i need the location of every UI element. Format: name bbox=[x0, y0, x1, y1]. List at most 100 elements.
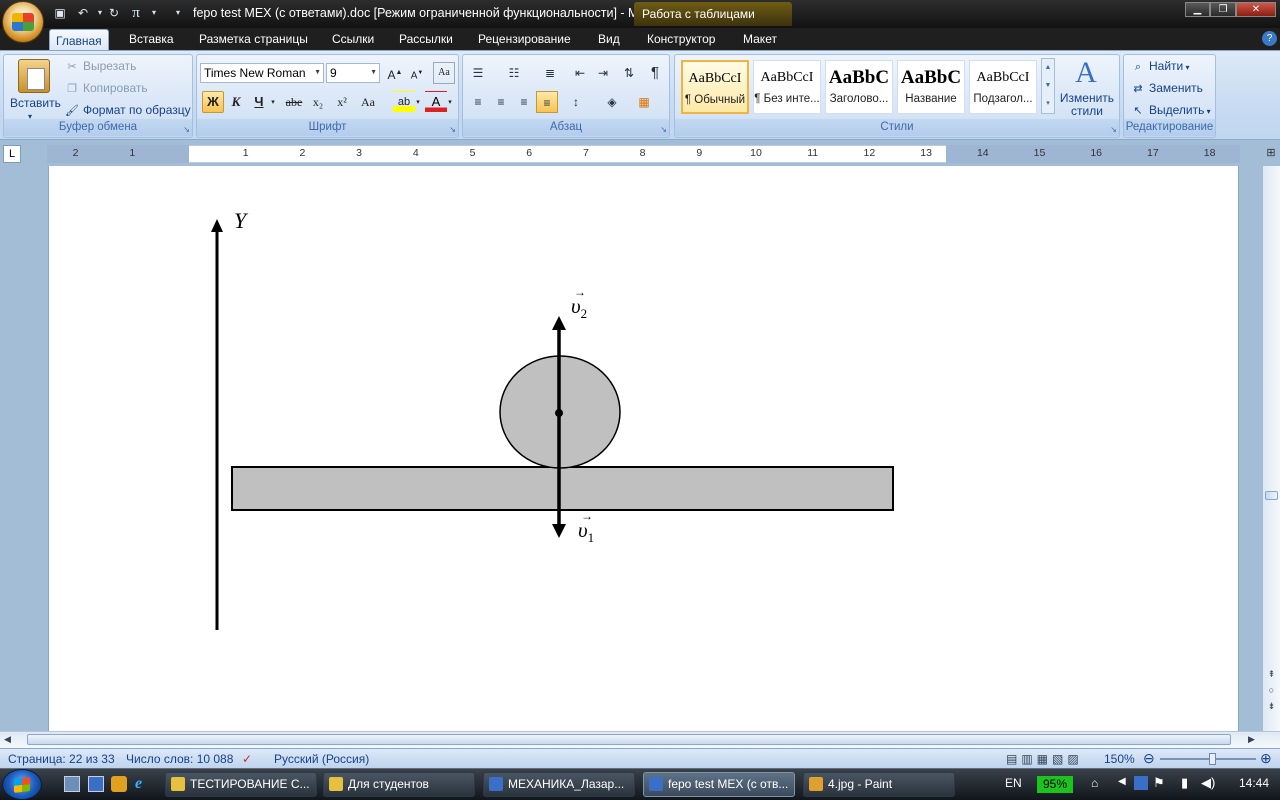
clipboard-launcher-icon[interactable]: ↘ bbox=[183, 125, 190, 134]
tab-references[interactable]: Ссылки bbox=[326, 28, 380, 50]
align-left-icon[interactable]: ≡ bbox=[467, 91, 489, 113]
volume-icon[interactable]: ◀) bbox=[1201, 775, 1215, 791]
multilevel-list-icon[interactable]: ≣ bbox=[539, 62, 561, 84]
scroll-right-icon[interactable]: ▶ bbox=[1248, 734, 1255, 745]
tab-view[interactable]: Вид bbox=[592, 28, 626, 50]
select-button[interactable]: Выделить bbox=[1149, 103, 1204, 117]
horizontal-scrollbar[interactable]: ◀ ▶ bbox=[0, 731, 1280, 748]
styles-scroll-buttons[interactable]: ▲ ▼ ▾ bbox=[1041, 58, 1055, 114]
paste-button[interactable]: Вставить bbox=[10, 93, 61, 113]
format-painter-button[interactable]: Формат по образцу bbox=[83, 103, 191, 117]
vertical-scrollbar[interactable]: ⇞ ○ ⇟ bbox=[1263, 166, 1280, 731]
subscript-button[interactable]: x₂ bbox=[307, 91, 329, 113]
zoom-slider[interactable] bbox=[1160, 758, 1256, 760]
font-size-combo[interactable]: 9 ▼ bbox=[326, 63, 380, 83]
language-indicator[interactable]: Русский (Россия) bbox=[274, 752, 369, 766]
equation-button[interactable]: π bbox=[128, 5, 144, 21]
clear-formatting-button[interactable]: Aa bbox=[433, 62, 455, 84]
style-normal[interactable]: AaBbCcI ¶ Обычный bbox=[681, 60, 749, 114]
align-right-icon[interactable]: ≡ bbox=[513, 91, 535, 113]
language-bar[interactable]: EN bbox=[1005, 776, 1022, 790]
zoom-slider-thumb[interactable] bbox=[1209, 753, 1216, 765]
network-icon[interactable]: ⌂ bbox=[1091, 776, 1098, 790]
view-buttons[interactable]: ▤▥▦▧▨ bbox=[1006, 752, 1083, 766]
zoom-out-icon[interactable]: ⊖ bbox=[1143, 750, 1155, 767]
taskbar-button[interactable]: 4.jpg - Paint bbox=[803, 772, 955, 797]
start-button[interactable] bbox=[2, 769, 42, 800]
style-heading1[interactable]: AaBbC Заголово... bbox=[825, 60, 893, 114]
tab-home[interactable]: Главная bbox=[49, 29, 109, 51]
sort-icon[interactable]: ⇅ bbox=[618, 62, 640, 84]
font-name-combo[interactable]: Times New Roman ▼ bbox=[200, 63, 324, 83]
zoom-in-icon[interactable]: ⊕ bbox=[1260, 750, 1272, 767]
proofing-icon[interactable]: ✓ bbox=[242, 752, 252, 766]
tray-expand-icon[interactable]: ◀ bbox=[1118, 776, 1126, 787]
browse-object-buttons[interactable]: ⇞ ○ ⇟ bbox=[1266, 666, 1277, 714]
close-button[interactable]: ✕ bbox=[1236, 2, 1276, 17]
scroll-left-icon[interactable]: ◀ bbox=[4, 734, 11, 745]
tab-mailings[interactable]: Рассылки bbox=[393, 28, 459, 50]
font-launcher-icon[interactable]: ↘ bbox=[449, 125, 456, 134]
tab-design[interactable]: Конструктор bbox=[641, 28, 721, 50]
customize-toolbar-icon[interactable]: ▾ bbox=[170, 5, 186, 21]
increase-indent-icon[interactable]: ⇥ bbox=[592, 62, 614, 84]
undo-icon[interactable]: ↶ bbox=[75, 5, 91, 21]
taskbar-button[interactable]: Для студентов bbox=[323, 772, 475, 797]
tab-page-layout[interactable]: Разметка страницы bbox=[193, 28, 314, 50]
taskbar-button[interactable]: МЕХАНИКА_Лазар... bbox=[483, 772, 635, 797]
font-color-icon[interactable]: A bbox=[425, 91, 447, 113]
hscroll-thumb[interactable] bbox=[27, 734, 1231, 745]
change-styles-icon[interactable]: A bbox=[1068, 56, 1104, 90]
paste-icon[interactable] bbox=[18, 59, 50, 93]
taskbar-button[interactable]: fepo test MEX (с отв... bbox=[643, 772, 795, 797]
replace-button[interactable]: Заменить bbox=[1149, 81, 1203, 95]
font-color-dropdown-icon[interactable]: ▾ bbox=[445, 91, 455, 113]
shading-icon[interactable]: ◈ bbox=[601, 91, 623, 113]
style-no-spacing[interactable]: AaBbCcI ¶ Без инте... bbox=[753, 60, 821, 114]
styles-launcher-icon[interactable]: ↘ bbox=[1110, 125, 1117, 134]
page-count[interactable]: Страница: 22 из 33 bbox=[8, 752, 115, 766]
highlight-dropdown-icon[interactable]: ▾ bbox=[413, 91, 423, 113]
cut-button[interactable]: Вырезать bbox=[83, 59, 136, 73]
internet-explorer-icon[interactable]: e bbox=[135, 775, 142, 793]
word-count[interactable]: Число слов: 10 088 bbox=[126, 752, 233, 766]
copy-button[interactable]: Копировать bbox=[83, 81, 148, 95]
justify-icon[interactable]: ≡ bbox=[536, 91, 558, 113]
align-center-icon[interactable]: ≡ bbox=[490, 91, 512, 113]
tab-layout[interactable]: Макет bbox=[737, 28, 783, 50]
zoom-level[interactable]: 150% bbox=[1104, 752, 1135, 766]
office-button[interactable] bbox=[2, 1, 44, 43]
restore-button[interactable]: ❐ bbox=[1210, 2, 1236, 17]
save-icon[interactable]: ▣ bbox=[52, 5, 68, 21]
line-spacing-icon[interactable]: ↕ bbox=[565, 91, 587, 113]
equation-dropdown-icon[interactable]: ▾ bbox=[146, 5, 162, 21]
redo-icon[interactable]: ↻ bbox=[106, 5, 122, 21]
grow-font-button[interactable]: A▲ bbox=[384, 62, 406, 84]
change-case-button[interactable]: Aa bbox=[355, 91, 381, 113]
horizontal-ruler[interactable]: 2 1 1 2 3 4 5 6 7 8 9 10 11 12 13 14 15 16 17 18 bbox=[47, 145, 1240, 163]
scroll-thumb[interactable] bbox=[1265, 491, 1278, 500]
show-desktop-icon[interactable] bbox=[64, 776, 80, 792]
tray-battery-icon[interactable]: ▮ bbox=[1181, 775, 1188, 791]
style-subtitle[interactable]: AaBbCcI Подзагол... bbox=[969, 60, 1037, 114]
paragraph-launcher-icon[interactable]: ↘ bbox=[660, 125, 667, 134]
bullets-icon[interactable]: ☰ bbox=[467, 62, 489, 84]
pilcrow-icon[interactable]: ¶ bbox=[644, 62, 666, 84]
view-ruler-icon[interactable]: ⊞ bbox=[1264, 146, 1278, 162]
shrink-font-button[interactable]: A▼ bbox=[406, 62, 428, 84]
tray-app-icon[interactable] bbox=[1134, 776, 1148, 790]
media-player-icon[interactable] bbox=[111, 776, 127, 792]
tab-insert[interactable]: Вставка bbox=[123, 28, 180, 50]
strikethrough-button[interactable]: abe bbox=[283, 91, 305, 113]
decrease-indent-icon[interactable]: ⇤ bbox=[569, 62, 591, 84]
style-title[interactable]: AaBbC Название bbox=[897, 60, 965, 114]
highlight-icon[interactable]: ab bbox=[393, 91, 415, 113]
superscript-button[interactable]: x² bbox=[331, 91, 353, 113]
underline-button[interactable]: Ч bbox=[248, 91, 270, 113]
battery-indicator[interactable]: 95% bbox=[1037, 776, 1073, 793]
switch-windows-icon[interactable] bbox=[88, 776, 104, 792]
tab-review[interactable]: Рецензирование bbox=[472, 28, 577, 50]
italic-button[interactable]: К bbox=[225, 91, 247, 113]
borders-icon[interactable]: ▦ bbox=[633, 91, 655, 113]
numbering-icon[interactable]: ☷ bbox=[503, 62, 525, 84]
